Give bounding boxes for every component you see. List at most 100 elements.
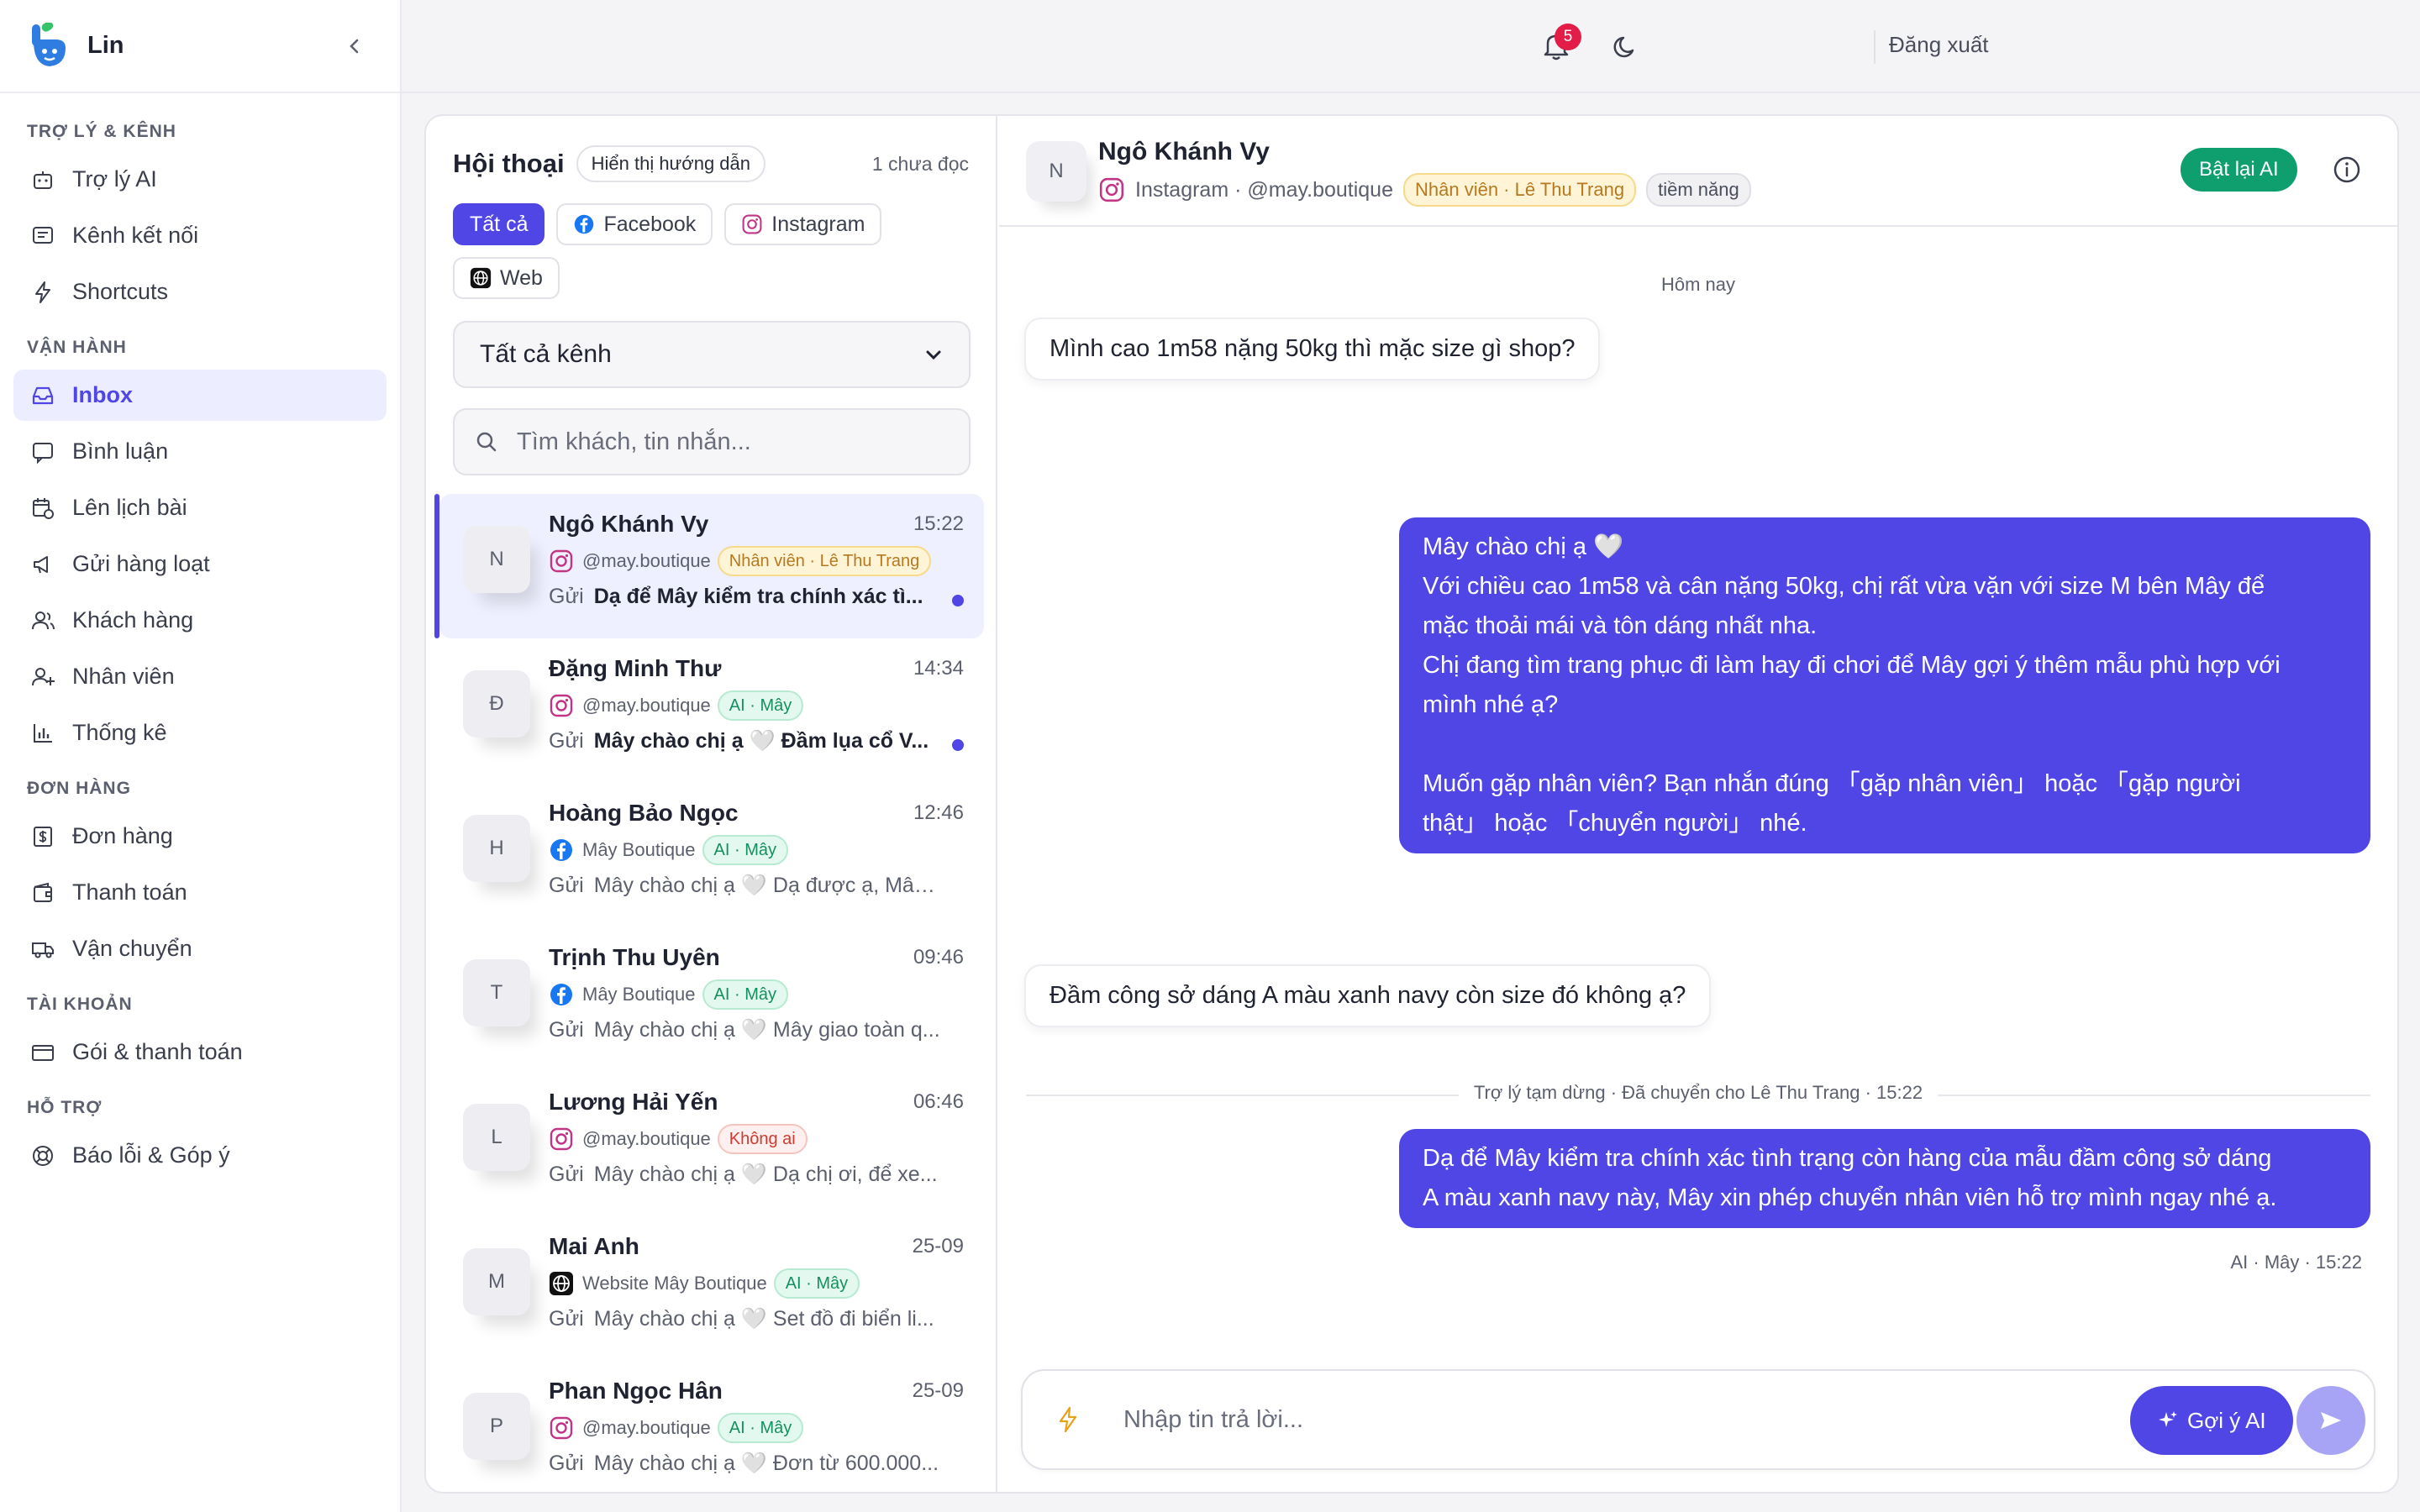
sidebar-item-label: Trợ lý AI [72, 166, 157, 192]
day-separator: Hôm nay [1660, 274, 1736, 295]
sidebar-item-label: Nhân viên [72, 664, 175, 689]
sidebar-item-bot[interactable]: Trợ lý AI [13, 154, 387, 205]
bot-icon [30, 167, 72, 192]
conversation-time: 06:46 [913, 1090, 964, 1113]
sidebar-item-inbox[interactable]: Inbox [13, 370, 387, 421]
conversation-account: @may.boutique [582, 695, 711, 716]
contact-info-button[interactable] [2332, 155, 2362, 185]
conversation-name: Hoàng Bảo Ngọc [549, 800, 739, 826]
assignee-tag: Không ai [717, 1124, 808, 1154]
sidebar-item-comment[interactable]: Bình luận [13, 426, 387, 477]
bar-chart-icon [30, 721, 72, 746]
last-message: Mây chào chị ạ 🤍 Đầm lụa cổ V... [593, 729, 929, 753]
sidebar-item-users[interactable]: Khách hàng [13, 595, 387, 646]
filter-chip-facebook[interactable]: Facebook [556, 203, 713, 245]
instagram-icon [549, 1415, 574, 1441]
sidebar-item-label: Đơn hàng [72, 823, 173, 848]
conversation-item[interactable]: N Ngô Khánh Vy 15:22 @may.boutique Nhân … [434, 494, 984, 638]
message-bubble-incoming: Mình cao 1m58 nặng 50kg thì mặc size gì … [1024, 318, 1601, 381]
conversation-item[interactable]: T Trịnh Thu Uyên 09:46 Mây Boutique AI ·… [439, 927, 984, 1072]
last-message: Mây chào chị ạ 🤍 Dạ chị ơi, để xe... [593, 1163, 938, 1186]
assignee-tag: AI · Mây [773, 1268, 860, 1299]
megaphone-icon [30, 552, 72, 577]
sent-label: Gửi [549, 729, 584, 753]
credit-card-icon [30, 1040, 72, 1065]
info-icon [2333, 156, 2360, 183]
conversation-item[interactable]: M Mai Anh 25-09 Website Mây Boutique AI … [439, 1216, 984, 1361]
moon-icon [1613, 36, 1634, 58]
conversation-account: @may.boutique [582, 1128, 711, 1149]
conversation-preview: Gửi Mây chào chị ạ 🤍 Đầm lụa cổ V... [549, 729, 944, 753]
sidebar-item-lightning[interactable]: Shortcuts [13, 266, 387, 318]
sidebar-item-truck[interactable]: Vận chuyển [13, 923, 387, 974]
receipt-icon [30, 824, 72, 849]
avatar: L [463, 1104, 530, 1171]
filter-chip-web[interactable]: Web [453, 257, 560, 299]
instagram-icon [741, 213, 771, 235]
conversation-item[interactable]: L Lương Hải Yến 06:46 @may.boutique Khôn… [439, 1072, 984, 1216]
staff-tag: Nhân viên · Lê Thu Trang [1403, 173, 1637, 207]
sidebar-item-bar-chart[interactable]: Thống kê [13, 707, 387, 759]
conversation-meta: @may.boutique Nhân viên · Lê Thu Trang [549, 546, 932, 576]
conversation-item[interactable]: Đ Đặng Minh Thư 14:34 @may.boutique AI ·… [439, 638, 984, 783]
avatar: H [463, 815, 530, 882]
lightning-icon[interactable] [1053, 1404, 1083, 1435]
send-button[interactable] [2296, 1386, 2365, 1455]
conversation-name: Đặng Minh Thư [549, 655, 722, 681]
conversation-name: Lương Hải Yến [549, 1089, 718, 1115]
conversation-item[interactable]: H Hoàng Bảo Ngọc 12:46 Mây Boutique AI ·… [439, 783, 984, 927]
conversation-list: N Ngô Khánh Vy 15:22 @may.boutique Nhân … [426, 494, 997, 1492]
nav-section-title: TRỢ LÝ & KÊNH [27, 122, 176, 141]
dark-mode-toggle[interactable] [1610, 30, 1642, 62]
sidebar-item-label: Khách hàng [72, 607, 194, 633]
conversation-item[interactable]: P Phan Ngọc Hân 25-09 @may.boutique AI ·… [439, 1361, 984, 1492]
conversation-time: 25-09 [912, 1379, 964, 1402]
avatar: M [463, 1248, 530, 1315]
sidebar-item-chat-square[interactable]: Kênh kết nối [13, 210, 387, 261]
sidebar-item-lifebuoy[interactable]: Báo lỗi & Góp ý [13, 1130, 387, 1181]
sidebar-item-label: Lên lịch bài [72, 495, 187, 520]
sidebar-item-label: Inbox [72, 382, 133, 407]
channel-filter-chips: Tất cả Facebook Instagram Web [453, 203, 974, 299]
reply-input[interactable] [1123, 1396, 2048, 1443]
filter-chip-label: Instagram [771, 212, 865, 236]
sparkle-icon [2159, 1411, 2177, 1427]
conversation-preview: Gửi Mây chào chị ạ 🤍 Mây giao toàn q... [549, 1018, 944, 1042]
message-bubble-outgoing: Dạ để Mây kiểm tra chính xác tình trạng … [1399, 1129, 2370, 1228]
contact-avatar: N [1026, 141, 1086, 202]
contact-channel-account: Instagram · @may.boutique [1135, 177, 1393, 202]
user-plus-icon [30, 664, 72, 690]
sidebar-item-credit-card[interactable]: Gói & thanh toán [13, 1026, 387, 1078]
sidebar-item-user-plus[interactable]: Nhân viên [13, 651, 387, 702]
conversation-meta: @may.boutique Không ai [549, 1124, 808, 1154]
nav-section-title: ĐƠN HÀNG [27, 779, 131, 798]
lightning-icon [30, 280, 72, 305]
sidebar-item-label: Gói & thanh toán [72, 1039, 243, 1064]
logout-link[interactable]: Đăng xuất [1889, 32, 1989, 58]
filter-chip-instagram[interactable]: Instagram [724, 203, 882, 245]
message-bubble-incoming: Đầm công sở dáng A màu xanh navy còn siz… [1024, 964, 1712, 1027]
show-guide-button[interactable]: Hiển thị hướng dẫn [576, 145, 765, 182]
handoff-note: Trợ lý tạm dừng · Đã chuyển cho Lê Thu T… [1458, 1082, 1939, 1104]
sidebar-item-megaphone[interactable]: Gửi hàng loạt [13, 538, 387, 590]
sent-label: Gửi [549, 1452, 584, 1475]
search-input[interactable]: Tìm khách, tin nhắn... [517, 428, 751, 456]
ai-suggest-button[interactable]: Gợi ý AI [2130, 1386, 2293, 1455]
reenable-ai-button[interactable]: Bật lại AI [2181, 148, 2297, 192]
sent-label: Gửi [549, 1163, 584, 1186]
topbar-divider [1874, 30, 1876, 64]
sidebar-item-label: Thanh toán [72, 879, 187, 905]
collapse-sidebar-button[interactable] [339, 31, 370, 61]
potential-tag[interactable]: tiềm năng [1646, 173, 1751, 207]
conversation-search[interactable]: Tìm khách, tin nhắn... [453, 408, 971, 475]
sidebar-item-receipt[interactable]: Đơn hàng [13, 811, 387, 862]
nav-section-title: HỖ TRỢ [27, 1098, 103, 1117]
sidebar-item-calendar-clock[interactable]: Lên lịch bài [13, 482, 387, 533]
channel-select[interactable]: Tất cả kênh [453, 321, 971, 388]
topbar [402, 0, 2420, 93]
filter-chip-tất-cả[interactable]: Tất cả [453, 203, 545, 245]
sidebar-item-label: Kênh kết nối [72, 223, 199, 248]
sidebar-item-wallet[interactable]: Thanh toán [13, 867, 387, 918]
conversation-preview: Gửi Mây chào chị ạ 🤍 Set đồ đi biển li... [549, 1307, 944, 1331]
conversation-account: Website Mây Boutique [582, 1273, 767, 1294]
